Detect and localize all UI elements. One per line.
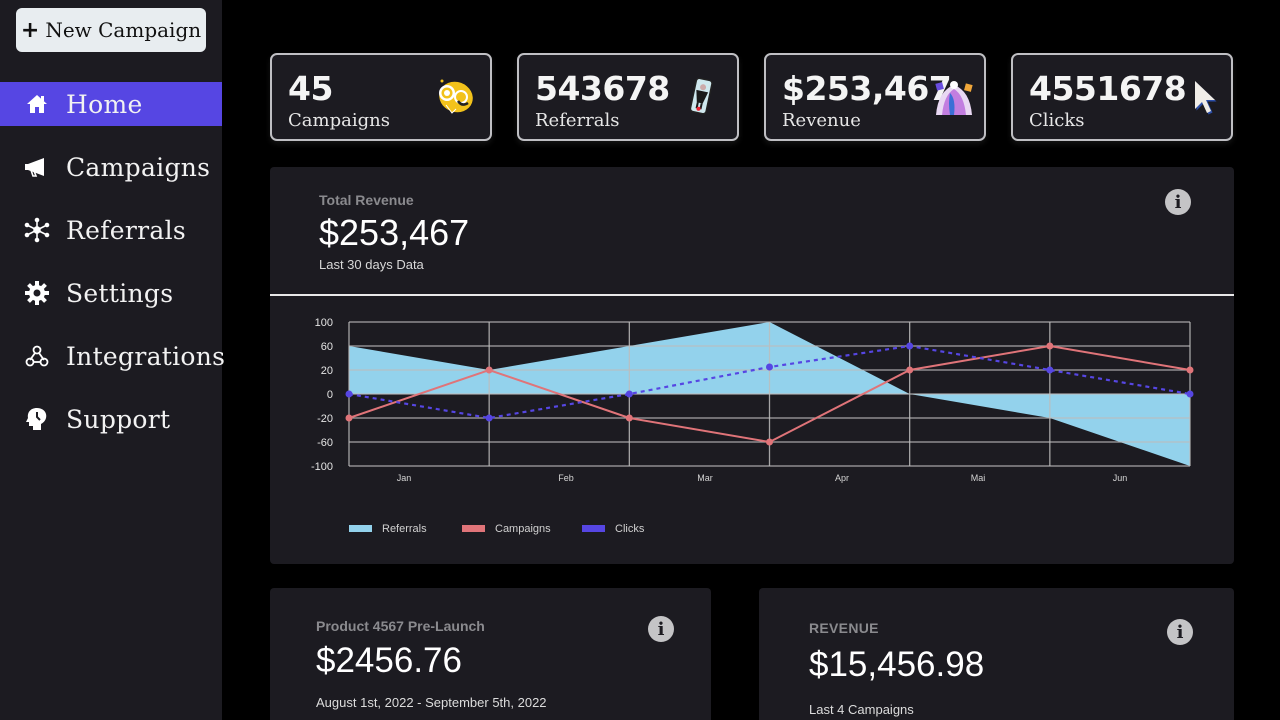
card-value: $253,467 [319,212,470,253]
card-value: $15,456.98 [809,645,985,684]
revenue-summary-card: REVENUE $15,456.98 Last 4 Campaigns i [759,588,1234,720]
megaphone-illustration-icon [432,75,476,119]
data-point-clicks [625,390,633,398]
data-point-campaigns [485,366,493,374]
data-point-clicks [1046,366,1054,374]
sidebar-item-label: Support [66,404,171,434]
y-tick-label: -60 [317,437,333,449]
new-campaign-button[interactable]: + New Campaign [16,8,206,52]
webhook-icon [24,343,50,369]
phone-referral-illustration-icon [679,75,723,119]
card-value: $2456.76 [316,641,462,680]
stat-label: Campaigns [288,110,390,131]
shopping-illustration-icon [932,75,976,119]
data-point-clicks [766,363,773,371]
stat-label: Revenue [782,110,861,131]
card-note: August 1st, 2022 - September 5th, 2022 [316,695,547,710]
sidebar-item-settings[interactable]: Settings [0,271,222,315]
card-note: Last 30 days Data [319,257,424,272]
card-subtitle: REVENUE [809,620,879,636]
sidebar-item-label: Home [66,89,143,119]
sidebar-item-label: Campaigns [66,152,211,182]
legend-swatch [349,525,372,532]
stat-value: 45 [288,69,333,108]
gear-icon [24,280,50,306]
cursor-illustration-icon [1181,75,1225,119]
stat-value: $253,467 [782,69,952,108]
sidebar: + New Campaign Home Campaigns Referrals … [0,0,226,720]
revenue-chart: 100 60 20 0 -20 -60 -100 Jan Feb Mar Apr Mai Jun Refe… [311,317,1194,535]
x-tick-label: Apr [835,473,849,483]
stat-card-campaigns[interactable]: 45 Campaigns [270,53,492,141]
sidebar-item-campaigns[interactable]: Campaigns [0,145,222,189]
card-note: Last 4 Campaigns [809,702,914,717]
info-icon[interactable]: i [1167,619,1193,645]
data-point-campaigns [1046,342,1054,350]
legend-swatch [462,525,485,532]
plus-icon: + [20,17,40,43]
y-tick-label: 0 [327,389,333,401]
x-tick-label: Jan [397,473,412,483]
stat-card-referrals[interactable]: 543678 Referrals [517,53,739,141]
y-tick-label: -20 [317,413,333,425]
info-icon[interactable]: i [1165,189,1191,215]
total-revenue-card: Total Revenue $253,467 Last 30 days Data… [270,167,1234,564]
head-support-icon [24,406,50,432]
data-point-campaigns [766,438,773,446]
sidebar-item-label: Integrations [66,341,226,371]
y-tick-label: 20 [321,365,333,377]
legend-swatch [582,525,605,532]
x-tick-label: Jun [1113,473,1128,483]
data-point-campaigns [1186,366,1194,374]
stat-label: Referrals [535,110,620,131]
legend-label: Clicks [615,523,645,535]
stat-value: 543678 [535,69,670,108]
stat-value: 4551678 [1029,69,1187,108]
data-point-campaigns [345,414,353,422]
data-point-clicks [485,414,493,422]
stat-card-clicks[interactable]: 4551678 Clicks [1011,53,1233,141]
stat-label: Clicks [1029,110,1085,131]
y-tick-label: -100 [311,461,333,473]
legend-label: Referrals [382,523,427,535]
card-subtitle: Product 4567 Pre-Launch [316,618,485,634]
x-tick-label: Mar [697,473,713,483]
x-tick-label: Mai [971,473,986,483]
card-subtitle: Total Revenue [319,192,414,208]
sidebar-item-integrations[interactable]: Integrations [0,334,226,378]
stat-card-revenue[interactable]: $253,467 Revenue [764,53,986,141]
data-point-campaigns [625,414,633,422]
y-tick-label: 60 [321,341,333,353]
sidebar-item-support[interactable]: Support [0,397,222,441]
info-icon[interactable]: i [648,616,674,642]
divider [270,294,1234,296]
x-tick-label: Feb [558,473,574,483]
sidebar-item-label: Referrals [66,215,186,245]
data-point-clicks [906,342,914,350]
new-campaign-label: New Campaign [45,18,202,42]
product-card: Product 4567 Pre-Launch $2456.76 August … [270,588,711,720]
data-point-clicks [1186,390,1194,398]
sidebar-item-home[interactable]: Home [0,82,222,126]
home-icon [24,91,50,117]
megaphone-icon [24,154,50,180]
sidebar-item-referrals[interactable]: Referrals [0,208,222,252]
sidebar-nav: Home Campaigns Referrals Settings Integr… [0,82,226,460]
sidebar-item-label: Settings [66,278,174,308]
data-point-clicks [345,390,353,398]
y-tick-label: 100 [315,317,333,329]
data-point-campaigns [906,366,914,374]
legend-label: Campaigns [495,523,551,535]
network-icon [24,217,50,243]
